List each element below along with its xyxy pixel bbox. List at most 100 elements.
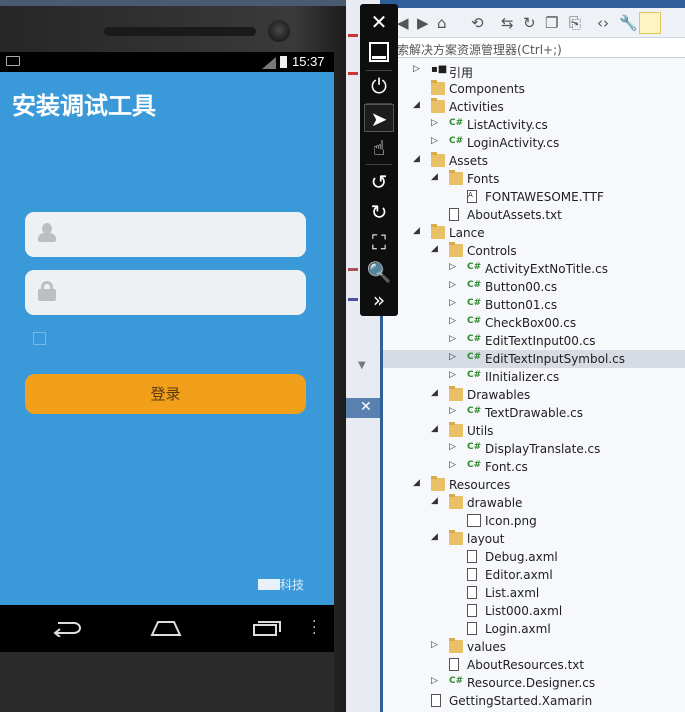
phone-screen[interactable]: 15:37 安装调试工具 登录 科技 · · · (0, 52, 334, 652)
home-icon[interactable]: ⌂ (437, 14, 447, 32)
rotate-left-icon[interactable]: ↺ (364, 168, 394, 196)
tree-item[interactable]: List.axml (383, 584, 685, 602)
tree-item[interactable]: ◢ layout (383, 530, 685, 548)
tree-item[interactable]: ▷ values (383, 638, 685, 656)
expanded-arrow-icon[interactable]: ◢ (431, 424, 441, 434)
expanded-arrow-icon[interactable]: ◢ (413, 478, 423, 488)
tree-item[interactable]: GettingStarted.Xamarin (383, 692, 685, 710)
expanded-arrow-icon[interactable]: ◢ (431, 172, 441, 182)
tree-item[interactable]: ◢ Activities (383, 98, 685, 116)
collapse-all-icon[interactable]: ❐ (545, 14, 558, 32)
tree-item[interactable]: ◢ Assets (383, 152, 685, 170)
copy-icon[interactable]: ⎘ (569, 14, 581, 32)
username-field[interactable] (25, 212, 306, 257)
forward-nav-icon[interactable]: ▶ (417, 14, 429, 32)
expanded-arrow-icon[interactable]: ◢ (431, 532, 441, 542)
collapsed-arrow-icon[interactable]: ▷ (449, 280, 459, 290)
expanded-arrow-icon[interactable]: ◢ (431, 496, 441, 506)
expanded-arrow-icon[interactable]: ◢ (431, 244, 441, 254)
folder-icon (449, 386, 463, 401)
refresh-icon[interactable]: ↻ (523, 14, 536, 32)
collapsed-arrow-icon[interactable]: ▷ (449, 262, 459, 272)
properties-icon[interactable]: 🔧 (619, 14, 638, 32)
tree-item[interactable]: List000.axml (383, 602, 685, 620)
tree-item[interactable]: ▷ C# Font.cs (383, 458, 685, 476)
tree-item[interactable]: ▷ C# DisplayTranslate.cs (383, 440, 685, 458)
tree-item-label: Fonts (467, 172, 500, 186)
collapsed-arrow-icon[interactable]: ▷ (431, 118, 441, 128)
view-code-icon[interactable]: ‹› (597, 14, 609, 32)
tree-item[interactable]: AboutAssets.txt (383, 206, 685, 224)
zoom-icon[interactable]: 🔍 (364, 258, 394, 286)
home-icon[interactable] (150, 619, 182, 637)
expanded-arrow-icon[interactable]: ◢ (413, 100, 423, 110)
power-icon[interactable]: ⏻ (364, 72, 394, 100)
text-file-icon (449, 658, 459, 671)
tree-item[interactable]: Components (383, 80, 685, 98)
tree-item[interactable]: ◢ Lance (383, 224, 685, 242)
collapsed-arrow-icon[interactable]: ▷ (431, 136, 441, 146)
collapsed-arrow-icon[interactable]: ▷ (449, 442, 459, 452)
close-icon[interactable]: ✕ (364, 8, 394, 36)
sync-icon[interactable]: ⇆ (501, 14, 514, 32)
collapsed-arrow-icon[interactable]: ▷ (449, 334, 459, 344)
tree-item[interactable]: ▷ C# Button01.cs (383, 296, 685, 314)
fit-screen-icon[interactable]: ⛶ (364, 228, 394, 256)
login-button[interactable]: 登录 (25, 374, 306, 414)
touch-hand-icon[interactable]: ☝ (364, 134, 394, 162)
collapsed-arrow-icon[interactable]: ▷ (449, 370, 459, 380)
tree-item[interactable]: ◢ drawable (383, 494, 685, 512)
tree-item[interactable]: ▷ C# EditTextInput00.cs (383, 332, 685, 350)
history-icon[interactable]: ⟲ (471, 14, 484, 32)
overflow-menu-icon[interactable]: · · · (312, 615, 320, 641)
pointer-icon[interactable]: ➤ (364, 104, 394, 132)
collapsed-arrow-icon[interactable]: ▷ (449, 316, 459, 326)
close-icon[interactable]: ✕ (360, 399, 372, 415)
tree-item[interactable]: ▷ C# ActivityExtNoTitle.cs (383, 260, 685, 278)
tree-item[interactable]: Login.axml (383, 620, 685, 638)
pin-icon[interactable] (639, 12, 661, 34)
tree-item[interactable]: Icon.png (383, 512, 685, 530)
back-icon[interactable] (52, 619, 82, 637)
tree-item[interactable]: ▷ C# Resource.Designer.cs (383, 674, 685, 692)
expanded-arrow-icon[interactable]: ◢ (413, 154, 423, 164)
tree-item-label: Components (449, 82, 525, 96)
rotate-right-icon[interactable]: ↻ (364, 198, 394, 226)
more-tools-icon[interactable]: » (364, 286, 394, 314)
tree-item[interactable]: ▷ C# LoginActivity.cs (383, 134, 685, 152)
tree-item[interactable]: ▷ C# ListActivity.cs (383, 116, 685, 134)
tree-item[interactable]: ▷ C# Button00.cs (383, 278, 685, 296)
tree-item[interactable]: ▷ C# IInitializer.cs (383, 368, 685, 386)
tree-item[interactable]: ◢ Resources (383, 476, 685, 494)
tree-item[interactable]: ▷ C# EditTextInputSymbol.cs (383, 350, 685, 368)
recent-apps-icon[interactable] (252, 619, 282, 637)
solution-explorer: ◀ ▶ ⌂ ⟲ ⇆ ↻ ❐ ⎘ ‹› 🔧 索解决方案资源管理器(Ctrl+;) … (380, 0, 685, 712)
tree-item[interactable]: Editor.axml (383, 566, 685, 584)
tree-item[interactable]: ◢ Controls (383, 242, 685, 260)
password-field[interactable] (25, 270, 306, 315)
tree-item[interactable]: ▷ C# CheckBox00.cs (383, 314, 685, 332)
collapsed-arrow-icon[interactable]: ▷ (449, 460, 459, 470)
back-nav-icon[interactable]: ◀ (397, 14, 409, 32)
collapsed-arrow-icon[interactable]: ▷ (449, 298, 459, 308)
explorer-search-input[interactable]: 索解决方案资源管理器(Ctrl+;) (383, 38, 685, 58)
collapsed-arrow-icon[interactable]: ▷ (431, 640, 441, 650)
tree-item[interactable]: ▷ C# TextDrawable.cs (383, 404, 685, 422)
tree-item[interactable]: ◢ Drawables (383, 386, 685, 404)
collapsed-arrow-icon[interactable]: ▷ (413, 64, 423, 74)
tree-item[interactable]: ▷ ▪■ 引用 (383, 62, 685, 80)
tree-item[interactable]: ◢ Fonts (383, 170, 685, 188)
tree-item[interactable]: Debug.axml (383, 548, 685, 566)
minimize-icon[interactable] (364, 38, 394, 66)
remember-checkbox[interactable] (33, 332, 46, 345)
expanded-arrow-icon[interactable]: ◢ (413, 226, 423, 236)
collapsed-arrow-icon[interactable]: ▷ (449, 406, 459, 416)
user-icon (38, 223, 56, 243)
scroll-down-icon[interactable]: ▼ (358, 360, 366, 371)
tree-item[interactable]: AboutResources.txt (383, 656, 685, 674)
tree-item[interactable]: ◢ Utils (383, 422, 685, 440)
expanded-arrow-icon[interactable]: ◢ (431, 388, 441, 398)
collapsed-arrow-icon[interactable]: ▷ (449, 352, 459, 362)
tree-item[interactable]: A FONTAWESOME.TTF (383, 188, 685, 206)
collapsed-arrow-icon[interactable]: ▷ (431, 676, 441, 686)
